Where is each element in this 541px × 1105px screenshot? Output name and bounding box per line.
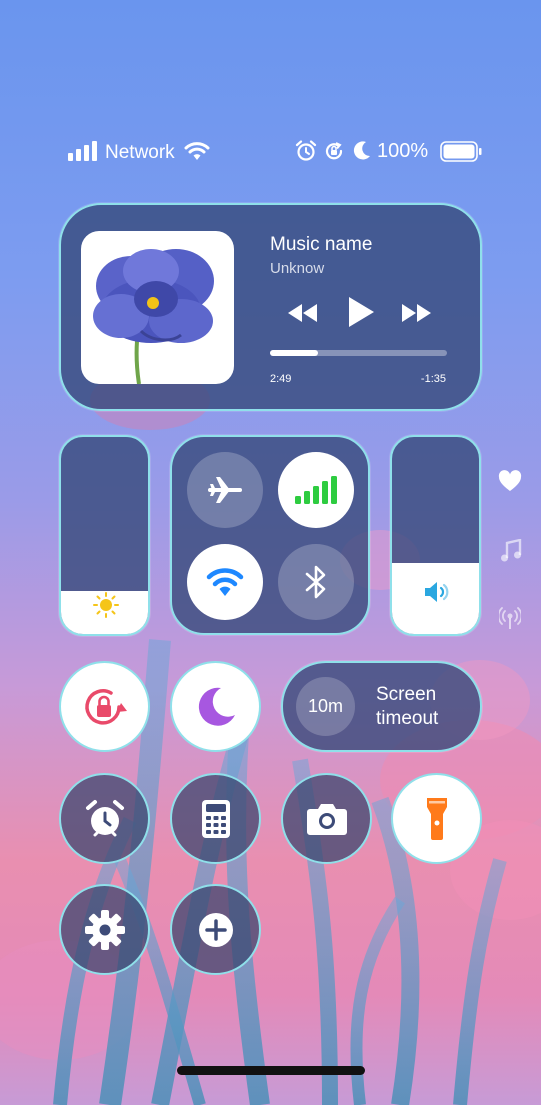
heart-icon[interactable] [498, 470, 522, 492]
playback-progress-fill [270, 350, 318, 356]
alarm-button[interactable] [59, 773, 150, 864]
flashlight-icon [426, 797, 447, 840]
rewind-button[interactable] [287, 302, 319, 324]
elapsed-time: 2:49 [270, 373, 292, 385]
calculator-button[interactable] [170, 773, 261, 864]
do-not-disturb-status-icon [353, 141, 370, 160]
signal-bars-icon [295, 476, 337, 504]
fast-forward-button[interactable] [401, 302, 433, 324]
sun-icon [93, 592, 119, 618]
bluetooth-toggle[interactable] [278, 544, 354, 620]
screen-timeout-button[interactable]: 10m Screen timeout [281, 661, 482, 752]
brightness-slider[interactable] [59, 435, 150, 636]
plus-circle-icon [198, 912, 233, 947]
volume-slider[interactable] [390, 435, 481, 636]
album-art [81, 231, 234, 384]
connectivity-panel [170, 435, 370, 635]
play-button[interactable] [347, 296, 375, 328]
wifi-toggle[interactable] [187, 544, 263, 620]
moon-icon [198, 687, 235, 726]
track-artist: Unknow [270, 260, 325, 277]
add-control-button[interactable] [170, 884, 261, 975]
calculator-icon [201, 799, 230, 838]
flashlight-button[interactable] [391, 773, 482, 864]
airplane-mode-toggle[interactable] [187, 452, 263, 528]
alarm-clock-icon [85, 799, 124, 836]
screen-timeout-label-line2: timeout [376, 708, 439, 729]
playback-progress-track[interactable] [270, 350, 447, 356]
music-note-icon[interactable] [500, 539, 522, 563]
wifi-icon [206, 568, 244, 596]
home-indicator[interactable] [177, 1066, 365, 1075]
settings-button[interactable] [59, 884, 150, 975]
network-label: Network [105, 142, 175, 163]
battery-icon [440, 141, 482, 162]
music-player-panel: Music name Unknow 2:49 -1:35 [59, 203, 482, 411]
wifi-status-icon [184, 142, 210, 160]
hotspot-icon[interactable] [499, 606, 521, 630]
speaker-icon [425, 582, 449, 602]
gear-icon [84, 909, 125, 950]
status-bar: Network 100% [0, 136, 541, 168]
alarm-status-icon [295, 140, 317, 161]
rotation-lock-button[interactable] [59, 661, 150, 752]
rotation-lock-icon [84, 688, 127, 725]
rotation-lock-status-icon [325, 142, 343, 160]
camera-button[interactable] [281, 773, 372, 864]
remaining-time: -1:35 [420, 373, 446, 385]
screen-timeout-value: 10m [296, 677, 355, 736]
album-art-flower [93, 249, 214, 384]
battery-percentage: 100% [377, 140, 429, 162]
track-title: Music name [270, 234, 373, 255]
do-not-disturb-button[interactable] [170, 661, 261, 752]
mobile-data-toggle[interactable] [278, 452, 354, 528]
bluetooth-icon [305, 565, 326, 599]
screen-timeout-label-line1: Screen [376, 684, 437, 705]
camera-icon [306, 803, 347, 835]
airplane-icon [208, 477, 242, 503]
cellular-signal-icon [68, 141, 97, 161]
